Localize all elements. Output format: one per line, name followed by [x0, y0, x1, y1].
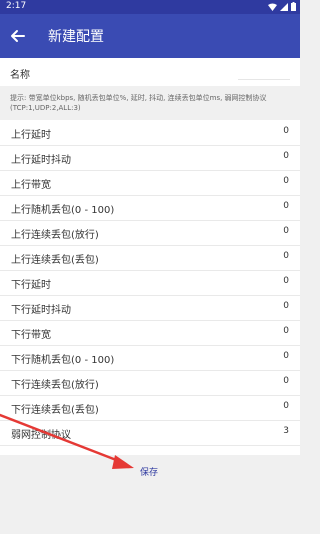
status-time: 2:17	[6, 1, 27, 11]
setting-value[interactable]: 0	[283, 351, 289, 361]
wifi-icon	[268, 3, 277, 11]
setting-value[interactable]: 0	[283, 151, 289, 161]
setting-label: 下行延时	[11, 280, 51, 291]
setting-value[interactable]: 0	[283, 251, 289, 261]
status-bar: 2:17	[0, 0, 300, 14]
setting-value[interactable]: 0	[283, 326, 289, 336]
setting-label: 下行连续丢包(放行)	[11, 380, 99, 391]
setting-label: 下行带宽	[11, 330, 51, 341]
setting-value[interactable]: 0	[283, 176, 289, 186]
setting-row[interactable]: 下行延时 0	[0, 270, 300, 296]
setting-row[interactable]: 上行延时 0	[0, 120, 300, 146]
setting-row[interactable]: 上行延时抖动 0	[0, 145, 300, 171]
setting-row[interactable]: 下行延时抖动 0	[0, 295, 300, 321]
setting-label: 上行带宽	[11, 180, 51, 191]
setting-value[interactable]: 0	[283, 201, 289, 211]
setting-value[interactable]: 0	[283, 376, 289, 386]
setting-value[interactable]: 0	[283, 226, 289, 236]
status-icons	[268, 2, 296, 11]
signal-icon	[280, 2, 288, 11]
setting-label: 下行随机丢包(0 - 100)	[11, 355, 115, 366]
settings-list: 上行延时 0 上行延时抖动 0 上行带宽 0 上行随机丢包(0 - 100) 0 上行连…	[0, 120, 300, 455]
setting-value[interactable]: 3	[283, 426, 289, 436]
page-title: 新建配置	[48, 29, 104, 45]
setting-row[interactable]: 上行连续丢包(丢包) 0	[0, 245, 300, 271]
setting-label: 上行随机丢包(0 - 100)	[11, 205, 115, 216]
arrow-back-icon[interactable]	[8, 26, 28, 46]
name-field-row: 名称	[0, 58, 300, 86]
setting-label: 上行连续丢包(放行)	[11, 230, 99, 241]
setting-value[interactable]: 0	[283, 401, 289, 411]
setting-label: 上行连续丢包(丢包)	[11, 255, 99, 266]
app-bar: 新建配置	[0, 14, 300, 58]
setting-label: 上行延时	[11, 130, 51, 141]
annotation-arrow-icon	[0, 413, 134, 469]
setting-value[interactable]: 0	[283, 276, 289, 286]
hint-area: 提示: 带宽单位kbps, 随机丢包单位%, 延时, 抖动, 连续丢包单位ms,…	[0, 90, 300, 120]
name-label: 名称	[10, 70, 30, 81]
battery-icon	[291, 2, 296, 11]
setting-row[interactable]: 下行随机丢包(0 - 100) 0	[0, 345, 300, 371]
setting-row[interactable]: 下行带宽 0	[0, 320, 300, 346]
setting-label: 下行延时抖动	[11, 305, 71, 316]
setting-label: 上行延时抖动	[11, 155, 71, 166]
setting-value[interactable]: 0	[283, 301, 289, 311]
setting-row[interactable]: 下行连续丢包(放行) 0	[0, 370, 300, 396]
setting-row[interactable]: 上行随机丢包(0 - 100) 0	[0, 195, 300, 221]
setting-row[interactable]: 上行带宽 0	[0, 170, 300, 196]
setting-value[interactable]: 0	[283, 126, 289, 136]
hint-text: 提示: 带宽单位kbps, 随机丢包单位%, 延时, 抖动, 连续丢包单位ms,…	[10, 94, 267, 112]
name-input[interactable]	[238, 65, 290, 80]
setting-row[interactable]: 上行连续丢包(放行) 0	[0, 220, 300, 246]
